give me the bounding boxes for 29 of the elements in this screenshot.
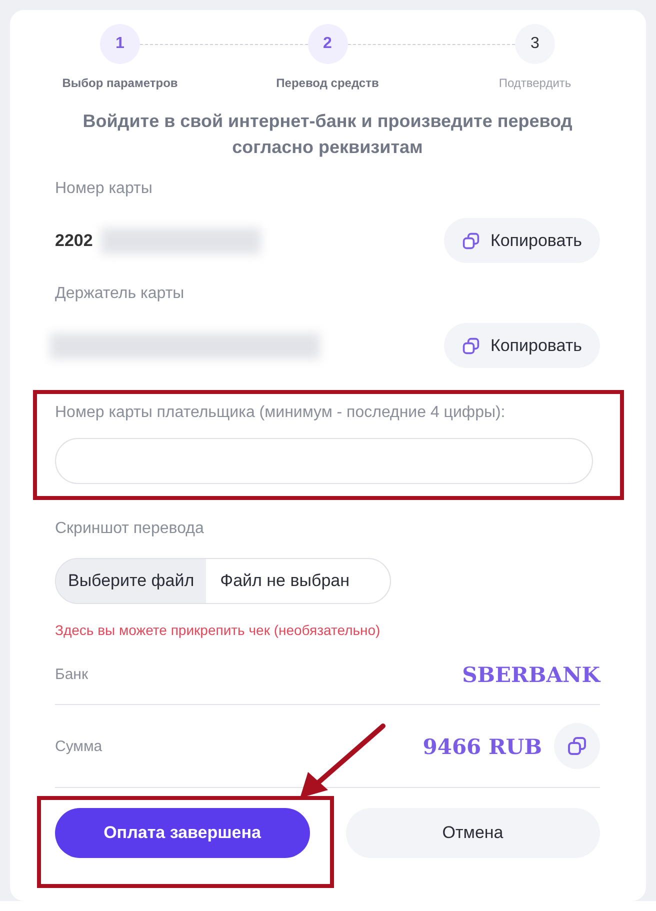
step-label: Перевод средств [276,76,379,90]
input-field[interactable] [55,438,593,484]
action-button[interactable]: Отмена [346,808,600,858]
step-label: Подтвердить [498,76,572,90]
step-number: 1 [100,24,140,64]
choose-file-button[interactable]: Выберите файл [56,559,206,603]
field-label: Скриншот перевода [55,520,205,538]
field-label: Держатель карты [55,285,186,303]
detail-label: Банк [55,666,88,682]
card-number: 2202 [55,230,93,250]
step-label: Выбор параметров [62,76,178,90]
copy-button[interactable]: Копировать [444,218,600,263]
copy-button[interactable] [554,723,600,769]
detail-label: Сумма [55,738,102,754]
action-button[interactable]: Оплата завершена [55,808,310,858]
copy-button[interactable]: Копировать [444,323,600,368]
instruction-heading: Войдите в свой интернет-банк и произведите перевод согласно реквизитам [82,110,574,159]
detail-value: 9466 RUB [422,734,542,758]
file-status: Файл не выбран [219,571,351,591]
field-label: Номер карты [55,180,154,198]
copy-icon [567,736,587,756]
hint-text: Здесь вы можете прикрепить чек (необязательно) [55,622,382,638]
file-input[interactable]: Выберите файл Файл не выбран [55,558,391,604]
step-number: 3 [515,24,555,64]
detail-value: SBERBANK [462,662,600,686]
copy-icon [462,336,480,354]
copy-icon [462,232,480,250]
step-number: 2 [308,24,348,64]
field-label: Номер карты плательщика (минимум - последние 4 цифры): [55,404,506,422]
